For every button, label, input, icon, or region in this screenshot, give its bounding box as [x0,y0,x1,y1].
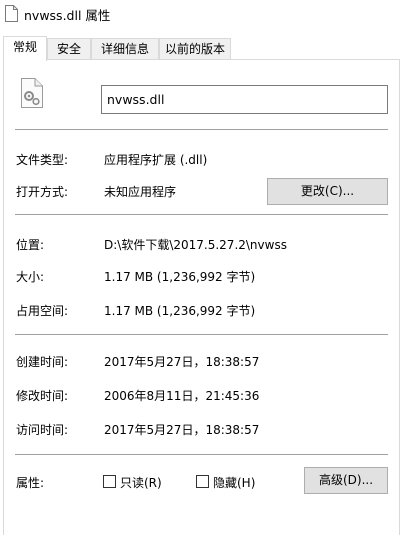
window-title: nvwss.dll 属性 [24,8,111,23]
separator [15,129,388,130]
title-bar: nvwss.dll 属性 [0,0,403,28]
accessed-value: 2017年5月27日，18:38:57 [104,423,260,437]
separator [15,454,388,455]
location-label: 位置: [16,238,45,252]
file-type-label: 文件类型: [16,153,69,167]
modified-value: 2006年8月11日，21:45:36 [104,389,260,403]
size-on-disk-value: 1.17 MB (1,236,992 字节) [104,304,256,318]
opens-with-value: 未知应用程序 [104,185,177,199]
opens-with-label: 打开方式: [16,185,69,199]
size-label: 大小: [16,270,45,284]
size-on-disk-label: 占用空间: [16,304,69,318]
advanced-button[interactable]: 高级(D)... [304,467,388,494]
file-type-value: 应用程序扩展 (.dll) [104,153,208,167]
tab-bar: 常规 安全 详细信息 以前的版本 [0,36,403,61]
hidden-checkbox[interactable] [196,475,209,488]
attributes-label: 属性: [16,476,45,490]
size-value: 1.17 MB (1,236,992 字节) [104,270,256,284]
tab-security[interactable]: 安全 [47,38,91,60]
general-panel [3,59,400,535]
readonly-checkbox[interactable] [103,475,116,488]
tab-general[interactable]: 常规 [3,36,47,61]
modified-label: 修改时间: [16,389,69,403]
created-value: 2017年5月27日，18:38:57 [104,355,260,369]
created-label: 创建时间: [16,355,69,369]
tab-details[interactable]: 详细信息 [91,38,159,60]
file-name-field[interactable]: nvwss.dll [101,85,388,114]
accessed-label: 访问时间: [16,423,69,437]
separator [15,334,388,335]
hidden-label[interactable]: 隐藏(H) [213,474,255,491]
document-icon [5,5,18,22]
separator [15,214,388,215]
dll-file-icon [21,78,43,108]
tab-previous-versions[interactable]: 以前的版本 [159,38,231,60]
readonly-label[interactable]: 只读(R) [120,474,162,491]
change-button[interactable]: 更改(C)... [267,178,388,205]
location-value: D:\软件下载\2017.5.27.2\nvwss [104,238,287,252]
